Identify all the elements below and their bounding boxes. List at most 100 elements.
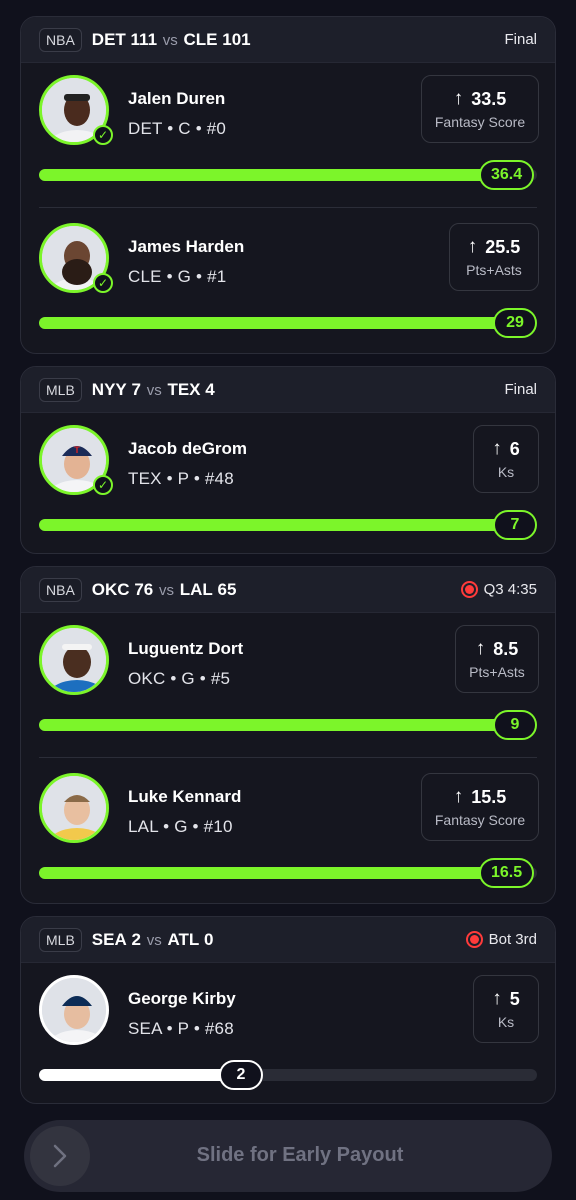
game-card-okc-lal: NBA OKC 76 vs LAL 65 Q3 4:35 Luguentz Do… xyxy=(20,566,556,904)
projection-line: ↑ 15.5 xyxy=(454,786,507,808)
game-card-nyy-tex: MLB NYY 7 vs TEX 4 Final T ✓ Jacob deGro… xyxy=(20,366,556,554)
vs-label: vs xyxy=(146,931,162,949)
progress-fill xyxy=(39,519,519,531)
player-meta: LAL • G • #10 xyxy=(128,817,233,836)
check-icon: ✓ xyxy=(93,273,113,293)
line-value: 8.5 xyxy=(493,638,519,659)
game-status: Final xyxy=(504,381,537,398)
team1-abbr: SEA xyxy=(91,929,127,949)
vs-label: vs xyxy=(158,581,174,599)
current-value-pill: 36.4 xyxy=(479,160,535,190)
divider xyxy=(39,207,537,208)
arrow-up-icon: ↑ xyxy=(492,988,502,1009)
player-avatar xyxy=(39,625,109,695)
player-meta: CLE • G • #1 xyxy=(128,267,227,286)
team2-score: 0 xyxy=(203,929,214,949)
stat-type: Ks xyxy=(497,1014,515,1030)
player-name: Jalen Duren xyxy=(128,89,226,108)
arrow-up-icon: ↑ xyxy=(492,438,502,459)
projection-box[interactable]: ↑ 33.5 Fantasy Score xyxy=(421,75,539,143)
progress-fill xyxy=(39,169,509,181)
progress-bar: 7 xyxy=(39,510,537,540)
game-header: MLB NYY 7 vs TEX 4 Final xyxy=(21,367,555,413)
game-score: SEA 2 vs ATL 0 xyxy=(92,930,214,950)
line-value: 6 xyxy=(509,438,520,459)
team2-abbr: ATL xyxy=(167,929,200,949)
progress-fill xyxy=(39,867,509,879)
progress-bar: 2 xyxy=(39,1060,537,1090)
player-meta: OKC • G • #5 xyxy=(128,669,231,688)
arrow-up-icon: ↑ xyxy=(453,88,464,109)
player-row[interactable]: Luguentz Dort OKC • G • #5 ↑ 8.5 Pts+Ast… xyxy=(21,613,555,763)
progress-bar: 9 xyxy=(39,710,537,740)
game-clock: Q3 4:35 xyxy=(483,581,537,598)
player-row[interactable]: Luke Kennard LAL • G • #10 ↑ 15.5 Fantas… xyxy=(21,761,555,903)
player-meta: SEA • P • #68 xyxy=(128,1019,234,1038)
game-status: Final xyxy=(504,31,537,48)
arrow-up-icon: ↑ xyxy=(453,786,464,807)
divider xyxy=(39,757,537,758)
game-score: OKC 76 vs LAL 65 xyxy=(92,580,237,600)
headshot-image xyxy=(42,776,106,840)
game-card-sea-atl: MLB SEA 2 vs ATL 0 Bot 3rd George Kirby … xyxy=(20,916,556,1104)
current-value-pill: 9 xyxy=(493,710,537,740)
game-header: MLB SEA 2 vs ATL 0 Bot 3rd xyxy=(21,917,555,963)
stat-type: Fantasy Score xyxy=(434,812,526,828)
projection-box[interactable]: ↑ 5 Ks xyxy=(473,975,539,1043)
progress-bar: 16.5 xyxy=(39,858,537,888)
player-name: Luke Kennard xyxy=(128,787,242,806)
player-row[interactable]: ✓ Jalen Duren DET • C • #0 ↑ 33.5 Fantas… xyxy=(21,63,555,213)
current-value-pill: 16.5 xyxy=(479,858,535,888)
player-avatar xyxy=(39,773,109,843)
early-payout-slider[interactable]: Slide for Early Payout xyxy=(24,1120,552,1192)
team2-abbr: LAL xyxy=(179,579,213,599)
line-value: 33.5 xyxy=(471,88,507,109)
arrow-up-icon: ↑ xyxy=(467,236,478,257)
stat-type: Fantasy Score xyxy=(434,114,526,130)
progress-fill xyxy=(39,719,519,731)
arrow-up-icon: ↑ xyxy=(475,638,486,659)
team2-score: 4 xyxy=(205,379,215,399)
game-status: Q3 4:35 xyxy=(460,581,537,598)
projection-box[interactable]: ↑ 15.5 Fantasy Score xyxy=(421,773,539,841)
team1-abbr: DET xyxy=(91,29,126,49)
player-row[interactable]: ✓ James Harden CLE • G • #1 ↑ 25.5 Pts+A… xyxy=(21,211,555,353)
check-icon: ✓ xyxy=(93,125,113,145)
league-badge: MLB xyxy=(39,927,82,952)
slider-label: Slide for Early Payout xyxy=(196,1144,404,1166)
team2-abbr: CLE xyxy=(183,29,218,49)
live-indicator-icon xyxy=(460,581,478,598)
team1-score: 7 xyxy=(131,379,141,399)
player-name: James Harden xyxy=(128,237,245,256)
projection-line: ↑ 25.5 xyxy=(468,236,521,258)
projection-line: ↑ 5 xyxy=(492,988,520,1010)
projection-box[interactable]: ↑ 8.5 Pts+Asts xyxy=(455,625,539,693)
projection-line: ↑ 33.5 xyxy=(454,88,507,110)
team1-score: 2 xyxy=(131,929,141,949)
game-card-det-cle: NBA DET 111 vs CLE 101 Final ✓ Jalen Dur… xyxy=(20,16,556,354)
projection-box[interactable]: ↑ 25.5 Pts+Asts xyxy=(449,223,539,291)
player-name: George Kirby xyxy=(128,989,236,1008)
player-meta: TEX • P • #48 xyxy=(128,469,234,488)
team1-score: 111 xyxy=(130,29,158,49)
current-value-pill: 7 xyxy=(493,510,537,540)
game-score: NYY 7 vs TEX 4 xyxy=(92,380,215,400)
league-badge: NBA xyxy=(39,27,82,52)
progress-bar: 36.4 xyxy=(39,160,537,190)
progress-fill xyxy=(39,1069,238,1081)
stat-type: Pts+Asts xyxy=(466,262,522,278)
player-name: Luguentz Dort xyxy=(128,639,244,658)
game-status: Bot 3rd xyxy=(465,931,537,948)
player-row[interactable]: T ✓ Jacob deGrom TEX • P • #48 ↑ 6 Ks 7 xyxy=(21,413,555,553)
team1-score: 76 xyxy=(134,579,154,599)
player-meta: DET • C • #0 xyxy=(128,119,227,138)
projection-box[interactable]: ↑ 6 Ks xyxy=(473,425,539,493)
team2-score: 101 xyxy=(222,29,251,49)
line-value: 15.5 xyxy=(471,786,507,807)
svg-text:T: T xyxy=(74,445,80,455)
stat-type: Pts+Asts xyxy=(469,664,525,680)
team1-abbr: NYY xyxy=(91,379,127,399)
player-row[interactable]: George Kirby SEA • P • #68 ↑ 5 Ks 2 xyxy=(21,963,555,1103)
projection-line: ↑ 6 xyxy=(492,438,520,460)
game-header: NBA OKC 76 vs LAL 65 Q3 4:35 xyxy=(21,567,555,613)
